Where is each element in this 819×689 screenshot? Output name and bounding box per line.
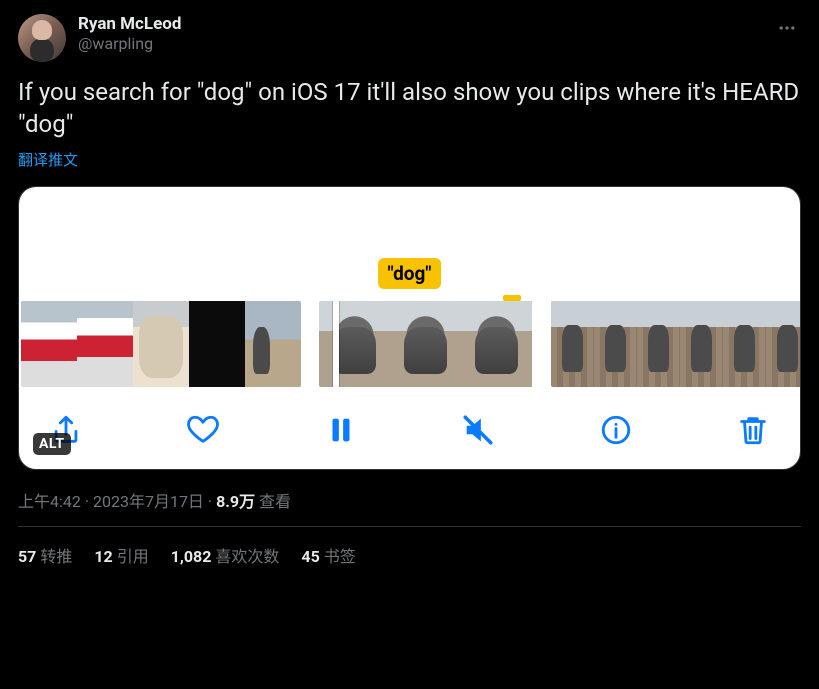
frame xyxy=(390,301,461,387)
meta-sep: · xyxy=(208,492,216,511)
translate-link[interactable]: 翻译推文 xyxy=(18,149,801,170)
frame xyxy=(723,301,766,387)
tweet-stats: 57转推 12 引用 1,082喜欢次数 45 书签 xyxy=(18,527,801,567)
ellipsis-icon xyxy=(777,18,797,38)
tweet-header: Ryan McLeod @warpling xyxy=(18,14,801,62)
tweet-meta: 上午4:42 · 2023年7月17日 · 8.9万 查看 xyxy=(18,488,801,512)
more-button[interactable] xyxy=(773,14,801,46)
media-inner: "dog" xyxy=(19,187,800,469)
quotes-stat[interactable]: 12 引用 xyxy=(94,543,148,567)
time[interactable]: 上午4:42 xyxy=(18,492,81,511)
tooltip-row: "dog" xyxy=(19,187,800,299)
handle: @warpling xyxy=(78,34,773,53)
retweets-label: 转推 xyxy=(40,547,72,566)
info-icon xyxy=(599,413,633,447)
delete-button[interactable] xyxy=(736,413,770,447)
tweet-text: If you search for "dog" on iOS 17 it'll … xyxy=(18,76,801,141)
frame xyxy=(637,301,680,387)
media-attachment[interactable]: "dog" xyxy=(18,186,801,470)
frame xyxy=(245,301,301,387)
quotes-count: 12 xyxy=(94,547,112,566)
info-button[interactable] xyxy=(599,413,633,447)
speaker-muted-icon xyxy=(461,413,495,447)
date[interactable]: 2023年7月17日 xyxy=(93,492,204,511)
trash-icon xyxy=(736,413,770,447)
heart-icon xyxy=(186,413,220,447)
frame xyxy=(133,301,189,387)
views-count: 8.9万 xyxy=(216,492,255,511)
meta-sep: · xyxy=(85,492,93,511)
frame xyxy=(77,301,133,387)
clip-thumbnail[interactable] xyxy=(21,301,301,387)
pause-icon xyxy=(324,413,358,447)
search-term-tooltip: "dog" xyxy=(378,258,442,289)
frame xyxy=(551,301,594,387)
mute-button[interactable] xyxy=(461,413,495,447)
retweets-stat[interactable]: 57转推 xyxy=(18,543,72,567)
bookmarks-count: 45 xyxy=(301,547,319,566)
playhead[interactable] xyxy=(333,301,339,387)
video-timeline[interactable] xyxy=(19,299,800,389)
clip-thumbnail[interactable] xyxy=(319,301,533,387)
display-name: Ryan McLeod xyxy=(78,14,773,34)
frame xyxy=(680,301,723,387)
pause-button[interactable] xyxy=(324,413,358,447)
frame xyxy=(21,301,77,387)
bookmarks-stat[interactable]: 45 书签 xyxy=(301,543,355,567)
likes-label: 喜欢次数 xyxy=(215,547,279,566)
avatar[interactable] xyxy=(18,14,66,62)
like-button[interactable] xyxy=(186,413,220,447)
author-names[interactable]: Ryan McLeod @warpling xyxy=(78,14,773,53)
frame xyxy=(766,301,801,387)
frame xyxy=(189,301,245,387)
tweet-container: Ryan McLeod @warpling If you search for … xyxy=(0,0,819,567)
likes-stat[interactable]: 1,082喜欢次数 xyxy=(171,543,280,567)
likes-count: 1,082 xyxy=(171,547,212,566)
frame xyxy=(594,301,637,387)
media-toolbar xyxy=(19,389,800,455)
frame xyxy=(319,301,390,387)
retweets-count: 57 xyxy=(18,547,36,566)
quotes-label: 引用 xyxy=(117,547,149,566)
views-label: 查看 xyxy=(259,492,291,511)
alt-badge[interactable]: ALT xyxy=(33,433,71,455)
bookmarks-label: 书签 xyxy=(324,547,356,566)
clip-thumbnail[interactable] xyxy=(551,301,801,387)
frame xyxy=(461,301,532,387)
